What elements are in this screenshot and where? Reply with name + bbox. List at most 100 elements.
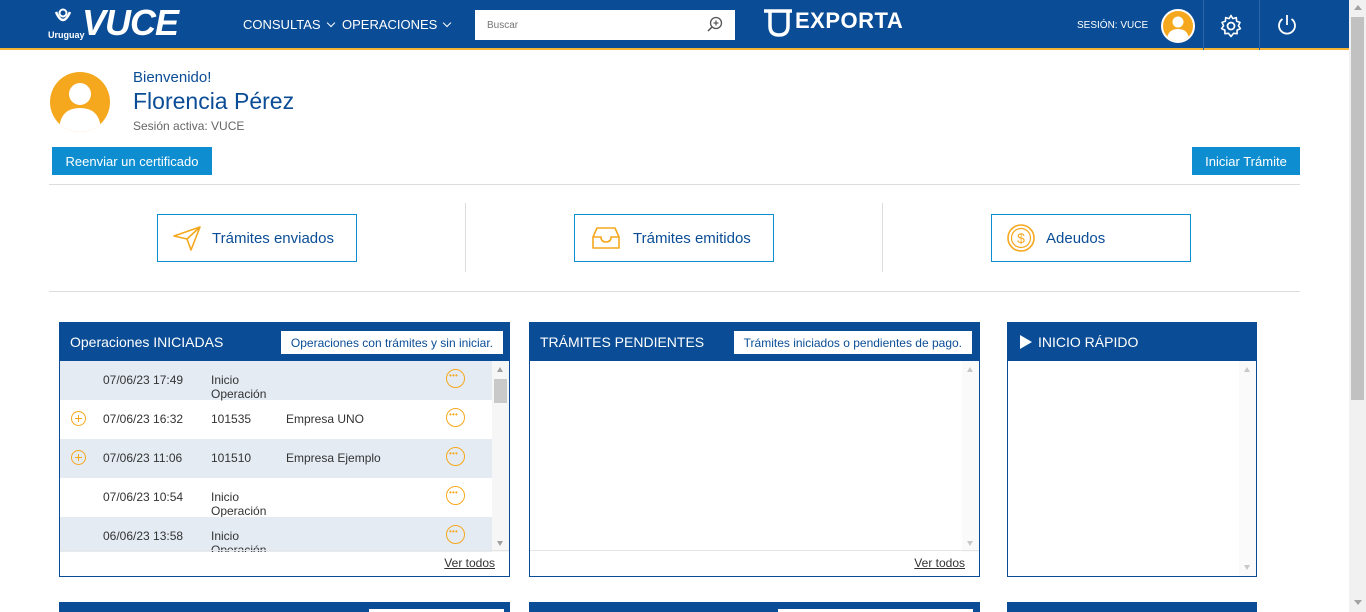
divider — [1203, 0, 1204, 50]
more-options-icon[interactable] — [446, 447, 465, 466]
active-session-text: Sesión activa: VUCE — [133, 119, 245, 133]
logo-country: Uruguay — [48, 30, 85, 40]
quick-start-list[interactable] — [1008, 361, 1256, 576]
row-code: 101510 — [211, 451, 252, 465]
top-bar: Uruguay VUCE CONSULTAS OPERACIONES EXPOR… — [0, 0, 1349, 50]
chevron-down-icon — [326, 18, 335, 28]
issued-procedures-label: Trámites emitidos — [633, 229, 751, 247]
panel-footer: Ver todos — [530, 550, 979, 576]
row-date: 07/06/23 10:54 — [103, 490, 184, 504]
expand-plus-icon[interactable] — [71, 450, 86, 465]
panel-scrollbar[interactable] — [1239, 361, 1256, 576]
scroll-up-icon[interactable] — [967, 367, 973, 372]
nav-consultas-label: CONSULTAS — [243, 17, 321, 32]
uexporta-logo[interactable]: EXPORTA — [762, 8, 904, 37]
panel-header — [1007, 602, 1257, 612]
row-date: 06/06/23 13:58 — [103, 529, 184, 543]
scroll-up-icon[interactable] — [1244, 367, 1250, 372]
operations-panel-title: Operaciones INICIADAS — [70, 334, 224, 350]
pending-panel-tag[interactable]: Trámites iniciados o pendientes de pago. — [733, 331, 972, 354]
power-icon[interactable] — [1276, 14, 1298, 36]
table-row[interactable]: 07/06/23 10:54 Inicio Operación — [60, 478, 493, 518]
table-row[interactable]: 07/06/23 16:32 101535 Empresa UNO — [60, 400, 493, 439]
scroll-down-icon[interactable] — [967, 541, 973, 546]
scrollbar-thumb[interactable] — [494, 379, 507, 403]
table-row[interactable]: 07/06/23 11:06 101510 Empresa Ejemplo — [60, 439, 493, 478]
user-avatar[interactable] — [1161, 9, 1195, 43]
search-icon[interactable] — [707, 16, 723, 32]
welcome-text: Bienvenido! — [133, 69, 212, 86]
panel-scrollbar[interactable] — [492, 361, 509, 552]
row-date: 07/06/23 17:49 — [103, 373, 184, 387]
table-row[interactable]: 06/06/23 13:58 Inicio Operación — [60, 517, 493, 552]
operations-list[interactable]: 07/06/23 17:49 Inicio Operación 07/06/23… — [60, 361, 509, 552]
quick-start-panel: INICIO RÁPIDO — [1007, 322, 1257, 577]
more-options-icon[interactable] — [446, 486, 465, 505]
operations-panel-tag[interactable]: Operaciones con trámites y sin iniciar. — [280, 331, 503, 354]
send-icon — [173, 226, 201, 251]
row-code: Inicio Operación — [211, 373, 267, 401]
divider — [465, 203, 466, 272]
panel-scrollbar[interactable] — [962, 361, 979, 552]
row-company: Empresa UNO — [286, 412, 365, 426]
row-date: 07/06/23 16:32 — [103, 412, 184, 426]
logo-text: VUCE — [82, 2, 179, 43]
see-all-link[interactable]: Ver todos — [914, 556, 965, 570]
inbox-icon — [592, 227, 620, 249]
search-box — [475, 10, 735, 40]
scrollbar-thumb[interactable] — [1351, 17, 1364, 400]
dollar-coin-icon: $ — [1007, 224, 1035, 252]
divider — [882, 203, 883, 272]
scroll-down-icon[interactable] — [1354, 600, 1362, 605]
resend-certificate-button[interactable]: Reenviar un certificado — [52, 147, 212, 175]
row-date: 07/06/23 11:06 — [103, 451, 183, 465]
operations-panel: Operaciones INICIADAS Operaciones con tr… — [59, 322, 510, 577]
sent-procedures-label: Trámites enviados — [212, 229, 334, 247]
scroll-down-icon[interactable] — [1244, 565, 1250, 570]
gear-icon[interactable] — [1219, 14, 1243, 38]
profile-avatar — [50, 72, 110, 132]
more-options-icon[interactable] — [446, 525, 465, 544]
table-row[interactable]: 07/06/23 17:49 Inicio Operación — [60, 361, 493, 401]
nav-consultas[interactable]: CONSULTAS — [243, 17, 335, 32]
more-options-icon[interactable] — [446, 369, 465, 388]
panel-header: INICIO RÁPIDO — [1008, 323, 1256, 361]
session-label: SESIÓN: VUCE — [1077, 20, 1149, 31]
divider — [1259, 0, 1260, 50]
scroll-down-icon[interactable] — [497, 541, 503, 546]
uexporta-u-icon — [764, 9, 792, 37]
nav-operaciones[interactable]: OPERACIONES — [342, 17, 452, 32]
play-icon — [1020, 335, 1032, 349]
issued-procedures-button[interactable]: Trámites emitidos — [574, 214, 774, 262]
chevron-down-icon — [443, 18, 452, 28]
panel-footer: Ver todos — [60, 550, 509, 576]
row-company: Empresa Ejemplo — [286, 451, 381, 465]
pending-list[interactable] — [530, 361, 979, 552]
start-procedure-button[interactable]: Iniciar Trámite — [1192, 147, 1300, 175]
see-all-link[interactable]: Ver todos — [444, 556, 495, 570]
user-name: Florencia Pérez — [133, 88, 295, 114]
debts-button[interactable]: $ Adeudos — [991, 214, 1191, 262]
vuce-logo[interactable]: Uruguay VUCE — [46, 2, 186, 44]
debts-label: Adeudos — [1046, 229, 1106, 247]
divider — [49, 291, 1300, 292]
pending-panel-title: TRÁMITES PENDIENTES — [540, 334, 705, 350]
svg-text:$: $ — [1017, 230, 1025, 246]
panel-header — [59, 602, 510, 612]
row-code: Inicio Operación — [211, 490, 267, 518]
search-input[interactable] — [475, 10, 695, 40]
exporta-text: EXPORTA — [795, 8, 904, 33]
page-scrollbar[interactable] — [1349, 0, 1366, 612]
expand-plus-icon[interactable] — [71, 411, 86, 426]
user-icon — [1167, 16, 1189, 41]
row-code: Inicio Operación — [211, 529, 267, 552]
panel-header: Operaciones INICIADAS Operaciones con tr… — [60, 323, 509, 361]
more-options-icon[interactable] — [446, 408, 465, 427]
scroll-up-icon[interactable] — [497, 367, 503, 372]
uruguay-sun-icon — [54, 8, 72, 22]
scroll-up-icon[interactable] — [1354, 5, 1362, 10]
quick-start-title: INICIO RÁPIDO — [1038, 334, 1139, 350]
sent-procedures-button[interactable]: Trámites enviados — [157, 214, 357, 262]
panel-header — [529, 602, 980, 612]
divider — [49, 184, 1300, 185]
